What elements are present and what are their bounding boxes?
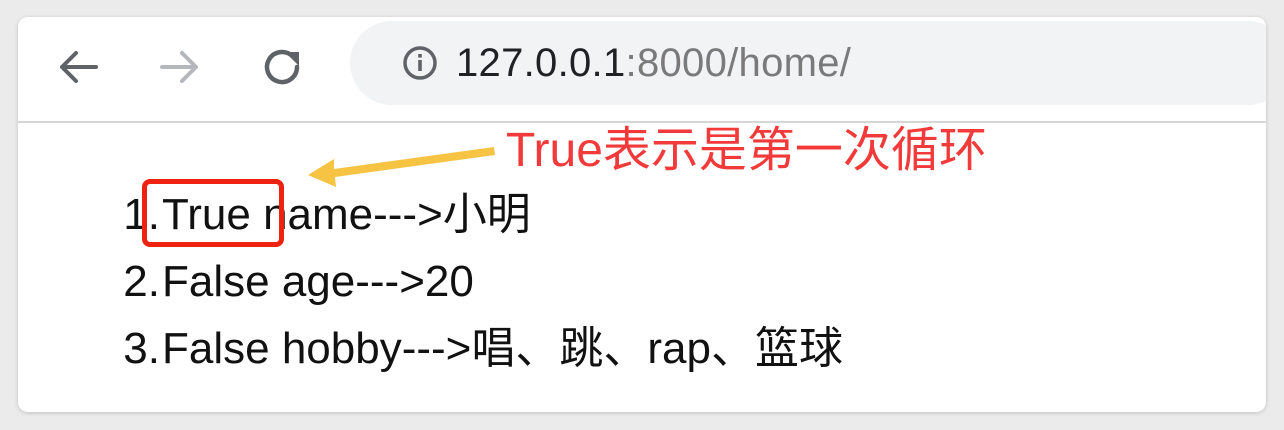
url-host: 127.0.0.1 [456,41,626,85]
reload-icon [264,49,300,85]
forward-button[interactable] [152,39,208,95]
list-number: 3. [123,324,160,373]
arrow-left-icon [60,51,98,83]
list-item: 3.False hobby--->唱、跳、rap、篮球 [102,315,843,382]
list-item: 2.False age--->20 [102,248,843,315]
browser-window: 127.0.0.1:8000/home/ True表示是第一次循环 1.True… [18,17,1266,412]
list-number: 2. [123,257,160,306]
address-bar[interactable]: 127.0.0.1:8000/home/ [350,21,1266,105]
url-path: :8000/home/ [625,41,852,85]
arrow-right-icon [160,51,198,83]
browser-toolbar: 127.0.0.1:8000/home/ [18,17,1266,123]
annotation-highlight-box [142,179,284,247]
page-content: True表示是第一次循环 1.True name--->小明 2.False a… [18,123,1266,412]
back-button[interactable] [50,39,106,95]
info-icon[interactable] [402,45,438,81]
url-text[interactable]: 127.0.0.1:8000/home/ [456,39,851,87]
annotation-text: True表示是第一次循环 [506,124,987,177]
reload-button[interactable] [254,39,310,95]
list-item-text: False age--->20 [162,257,474,306]
list-item-text: False hobby--->唱、跳、rap、篮球 [162,324,843,373]
